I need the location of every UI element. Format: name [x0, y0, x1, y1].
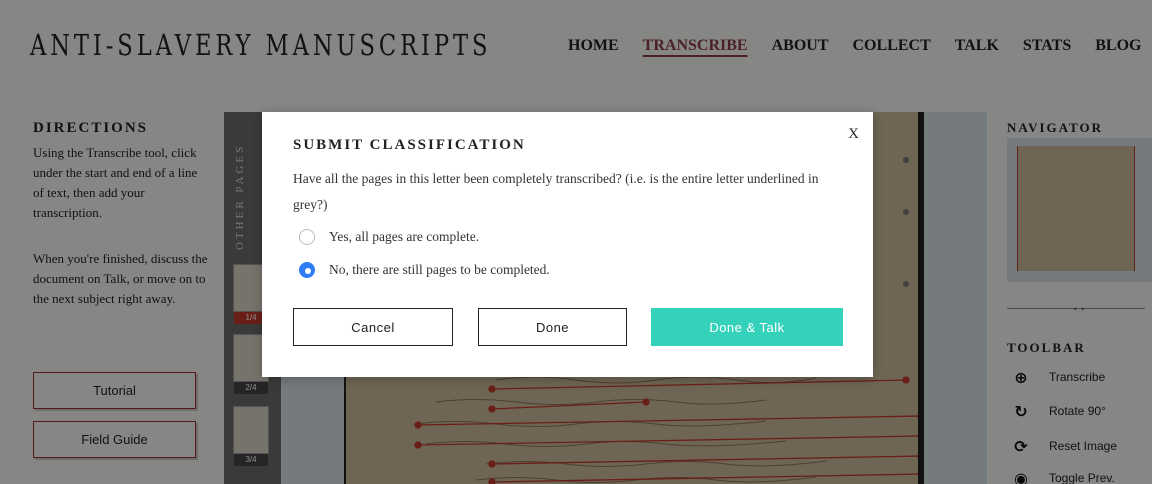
radio-unchecked[interactable]: [299, 229, 315, 245]
option-all-pages-complete-label: Yes, all pages are complete.: [329, 229, 480, 244]
dialog-question: Have all the pages in this letter been c…: [293, 171, 819, 212]
option-pages-remaining[interactable]: No, there are still pages to be complete…: [299, 262, 550, 278]
radio-checked[interactable]: [299, 262, 315, 278]
dialog-title: SUBMIT CLASSIFICATION: [293, 137, 526, 153]
done-and-talk-button[interactable]: Done & Talk: [651, 308, 843, 346]
done-button[interactable]: Done: [478, 308, 627, 346]
submit-classification-dialog: X SUBMIT CLASSIFICATION Have all the pag…: [262, 112, 873, 377]
cancel-button[interactable]: Cancel: [293, 308, 453, 346]
option-pages-remaining-label: No, there are still pages to be complete…: [329, 262, 550, 277]
option-all-pages-complete[interactable]: Yes, all pages are complete.: [299, 229, 479, 245]
close-icon[interactable]: X: [848, 126, 859, 143]
